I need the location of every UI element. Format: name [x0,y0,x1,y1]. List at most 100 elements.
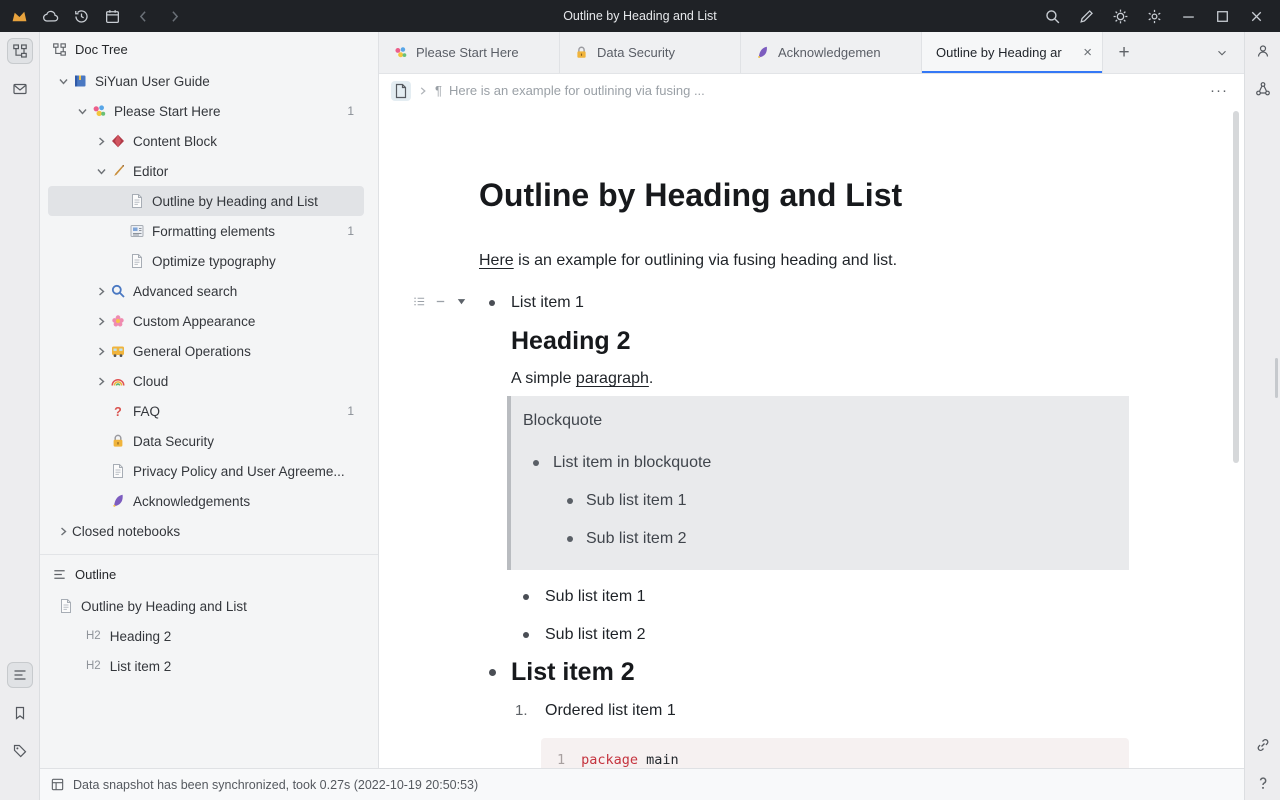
inbox-dock-button[interactable] [7,76,33,102]
sub-list-item-2[interactable]: Sub list item 2 [511,622,1129,648]
tree-item[interactable]: SiYuan User Guide [48,66,364,96]
bookmark-dock-button[interactable] [7,700,33,726]
tab[interactable]: Outline by Heading ar× [922,32,1103,73]
doc-title[interactable]: Outline by Heading and List [479,175,1129,215]
tab-label: Data Security [597,45,730,60]
outline-item-label: List item 2 [110,659,366,674]
code-block[interactable]: 1package main [541,738,1129,768]
list-item-gutter-icon[interactable] [434,295,447,308]
minimize-icon[interactable] [1180,8,1197,25]
tab[interactable]: Data Security [560,32,741,73]
sub-list-item-1[interactable]: Sub list item 1 [511,584,1129,610]
tree-item[interactable]: Custom Appearance [48,306,364,336]
tree-item[interactable]: Advanced search [48,276,364,306]
tree-item[interactable]: Formatting elements1 [48,216,364,246]
tree-item[interactable]: Privacy Policy and User Agreeme... [48,456,364,486]
tree-item[interactable]: Data Security [48,426,364,456]
tab[interactable]: Please Start Here [379,32,560,73]
diamond-icon [110,133,126,149]
titlebar-left-icons [0,8,183,25]
tree-item[interactable]: General Operations [48,336,364,366]
tree-item[interactable]: Outline by Heading and List [48,186,364,216]
list-item-1-text[interactable]: List item 1 [511,290,1129,316]
tree-item[interactable]: Cloud [48,366,364,396]
tree-item[interactable]: Content Block [48,126,364,156]
tree-item-label: Custom Appearance [133,314,364,329]
tree-item[interactable]: Closed notebooks [48,516,364,546]
help-button[interactable] [1254,774,1272,792]
tab-list-dropdown[interactable] [1200,32,1244,73]
simple-paragraph[interactable]: A simple paragraph. [511,366,1129,392]
close-icon[interactable] [1248,8,1265,25]
blockquote-text[interactable]: Blockquote [523,408,1113,434]
riff-dock-button[interactable] [1250,38,1276,64]
settings-icon[interactable] [1146,8,1163,25]
chevron-right-icon[interactable] [92,132,110,150]
edge-scrollbar[interactable] [1275,358,1278,398]
tree-item[interactable]: Editor [48,156,364,186]
main-area: Please Start Here Data Security Acknowledg… [379,32,1244,768]
bq-list-item-text[interactable]: List item in blockquote [553,450,1113,476]
bq-sub-item-1[interactable]: Sub list item 1 [523,488,1113,514]
heading-2[interactable]: Heading 2 [511,324,1129,358]
breadcrumb-text[interactable]: Here is an example for outlining via fus… [449,83,705,98]
theme-icon[interactable] [1112,8,1129,25]
ordered-list-item[interactable]: 1. Ordered list item 1 [511,698,1129,724]
list-item-2-heading[interactable]: List item 2 [511,655,1129,689]
status-text: Data snapshot has been synchronized, too… [73,778,478,792]
outline-dock-button[interactable] [7,662,33,688]
tag-dock-button[interactable] [7,738,33,764]
tab[interactable]: Acknowledgemen [741,32,922,73]
chevron-down-icon[interactable] [73,102,91,120]
search-icon[interactable] [1044,8,1061,25]
cloud-icon[interactable] [42,8,59,25]
forward-icon[interactable] [166,8,183,25]
chevron-down-icon[interactable] [92,162,110,180]
graph-dock-button[interactable] [1250,76,1276,102]
collapse-arrow-icon[interactable] [455,295,468,308]
more-button[interactable]: ··· [1210,82,1228,99]
history-icon[interactable] [73,8,90,25]
tree-item[interactable]: Optimize typography [48,246,364,276]
sub-list-item-2-text[interactable]: Sub list item 2 [545,622,1129,648]
editor-content[interactable]: Outline by Heading and List Here is an e… [379,107,1244,768]
close-tab-icon[interactable]: × [1083,45,1092,60]
outline-item[interactable]: Outline by Heading and List [40,591,378,621]
list-item-1[interactable]: List item 1 Heading 2 A simple paragraph… [479,290,1129,648]
chevron-right-icon[interactable] [92,282,110,300]
backlink-dock-button[interactable] [1250,732,1276,758]
blockquote[interactable]: Blockquote List item in blockquote Sub l… [507,396,1129,570]
back-icon[interactable] [135,8,152,25]
outline-header[interactable]: Outline [40,557,378,591]
lock-icon [110,433,126,449]
chevron-right-icon[interactable] [92,342,110,360]
sub-list-item-1-text[interactable]: Sub list item 1 [545,584,1129,610]
ordered-list-item-text[interactable]: Ordered list item 1 [545,698,1129,724]
document-icon[interactable] [391,81,411,101]
here-link[interactable]: Here [479,252,514,269]
calendar-icon[interactable] [104,8,121,25]
tree-item[interactable]: ?FAQ1 [48,396,364,426]
list-gutter-icon[interactable] [413,295,426,308]
vertical-scrollbar[interactable] [1233,111,1239,463]
maximize-icon[interactable] [1214,8,1231,25]
bq-sub-item-2-text[interactable]: Sub list item 2 [586,526,1113,552]
chevron-right-icon[interactable] [92,372,110,390]
bq-list-item[interactable]: List item in blockquote [523,450,1113,476]
chevron-right-icon[interactable] [54,522,72,540]
bq-sub-item-2[interactable]: Sub list item 2 [523,526,1113,552]
tree-item[interactable]: Please Start Here1 [48,96,364,126]
edit-icon[interactable] [1078,8,1095,25]
list-item-2[interactable]: List item 2 1. Ordered list item 1 1pack… [479,655,1129,768]
tree-item-label: Privacy Policy and User Agreeme... [133,464,364,479]
doc-tree-header[interactable]: Doc Tree [40,32,378,66]
bq-sub-item-1-text[interactable]: Sub list item 1 [586,488,1113,514]
intro-paragraph[interactable]: Here is an example for outlining via fus… [479,248,1129,274]
outline-item[interactable]: H2List item 2 [40,651,378,681]
chevron-down-icon[interactable] [54,72,72,90]
new-tab-button[interactable]: + [1103,32,1145,73]
tree-item[interactable]: Acknowledgements [48,486,364,516]
doc-tree-dock-button[interactable] [7,38,33,64]
chevron-right-icon[interactable] [92,312,110,330]
outline-item[interactable]: H2Heading 2 [40,621,378,651]
